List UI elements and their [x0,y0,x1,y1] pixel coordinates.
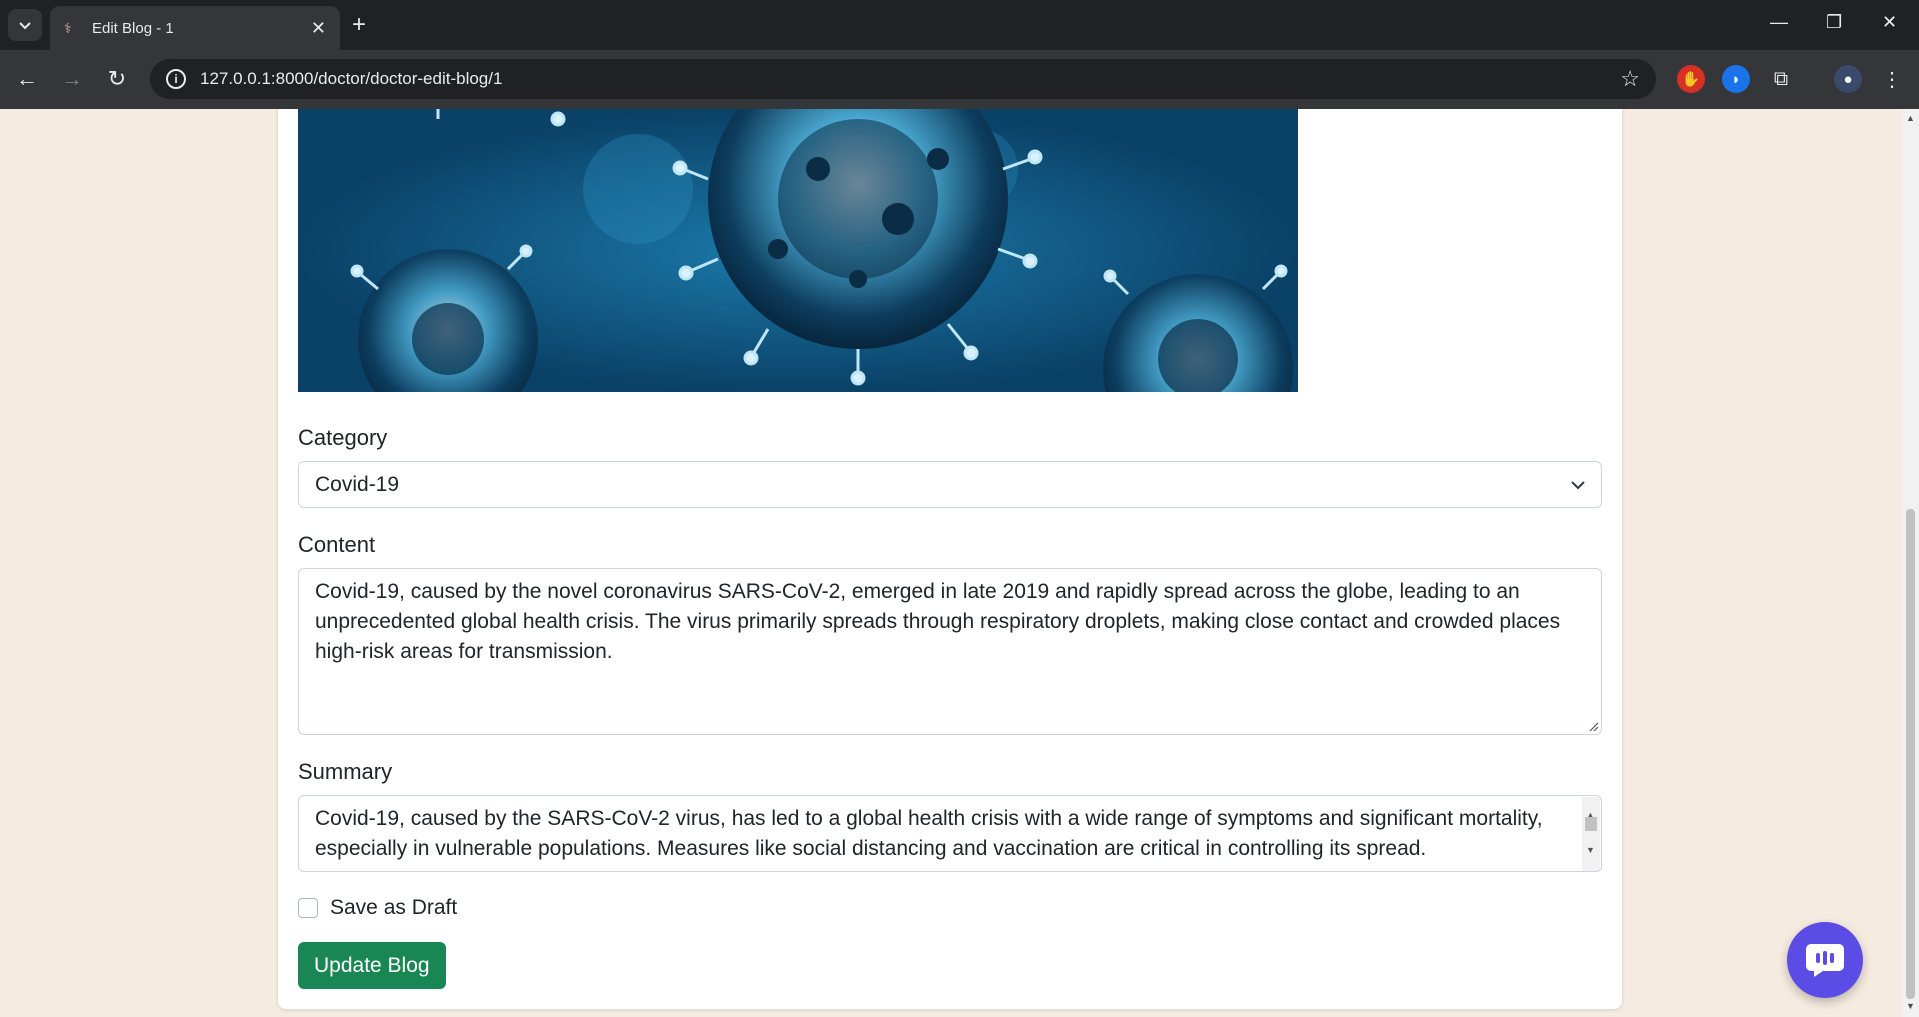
page-scrollbar[interactable]: ▲ ▼ [1902,109,1919,1017]
restore-icon[interactable]: ❐ [1826,12,1842,33]
browser-toolbar: ← → ↻ i 127.0.0.1:8000/doctor/doctor-edi… [0,50,1919,109]
save-as-draft-row: Save as Draft [298,896,457,920]
scroll-down-arrow-icon[interactable]: ▼ [1906,1001,1915,1011]
save-as-draft-label[interactable]: Save as Draft [330,896,457,920]
stop-hand-extension-icon[interactable]: ✋ [1677,65,1705,93]
window-close-icon[interactable]: ✕ [1882,12,1897,33]
address-bar[interactable]: i 127.0.0.1:8000/doctor/doctor-edit-blog… [150,59,1656,99]
content-text: Covid-19, caused by the novel coronaviru… [315,580,1561,663]
scrollbar-thumb[interactable] [1585,817,1597,831]
summary-label: Summary [298,759,393,784]
content-label: Content [298,532,376,557]
plus-icon[interactable]: + [352,12,366,38]
reload-icon[interactable]: ↻ [102,64,132,94]
save-as-draft-checkbox[interactable] [298,898,318,918]
chat-bubble-icon [1806,944,1844,977]
star-icon[interactable]: ☆ [1620,66,1640,92]
category-selected-value: Covid-19 [315,472,400,496]
page-scrollbar-thumb[interactable] [1906,509,1915,999]
caduceus-icon: ⚕ [64,20,72,36]
chevron-down-icon [19,22,31,30]
update-blog-button[interactable]: Update Blog [298,942,446,989]
scroll-up-arrow-icon[interactable]: ▲ [1906,113,1915,123]
category-label: Category [298,425,388,450]
chevron-down-icon [1571,480,1585,489]
category-select[interactable]: Covid-19 [298,461,1602,508]
close-icon[interactable]: ✕ [311,18,326,39]
summary-scrollbar[interactable]: ▲ ▼ [1582,797,1600,871]
kebab-menu-icon[interactable]: ⋮ [1878,65,1906,93]
page-viewport[interactable]: Category Covid-19 Content Covid-19, caus… [0,109,1902,1017]
tab-search-button[interactable] [8,9,42,41]
summary-text: Covid-19, caused by the SARS-CoV-2 virus… [315,807,1543,860]
url-text: 127.0.0.1:8000/doctor/doctor-edit-blog/1 [200,69,503,88]
edit-blog-card: Category Covid-19 Content Covid-19, caus… [278,109,1622,1009]
summary-textarea[interactable]: Covid-19, caused by the SARS-CoV-2 virus… [298,795,1602,872]
content-textarea[interactable]: Covid-19, caused by the novel coronaviru… [298,568,1602,735]
tab-title: Edit Blog - 1 [92,19,174,37]
blog-cover-image [298,109,1298,392]
info-icon[interactable]: i [166,69,186,89]
browser-tab[interactable]: ⚕ Edit Blog - 1 ✕ [50,6,340,50]
virus-illustration [298,109,1298,392]
arrow-left-icon[interactable]: ← [12,64,42,94]
avatar[interactable]: ● [1834,65,1862,93]
minimize-icon[interactable]: — [1770,12,1788,33]
scroll-down-arrow-icon[interactable]: ▼ [1586,835,1595,865]
browser-tab-strip: ⚕ Edit Blog - 1 ✕ + — ❐ ✕ [0,0,1919,50]
chat-button[interactable] [1787,922,1863,998]
resize-handle-icon[interactable] [1587,720,1599,732]
arrow-right-icon[interactable]: → [57,64,87,94]
puzzle-icon[interactable]: ⧉ [1767,65,1795,93]
shield-extension-icon[interactable]: ◗ [1722,65,1750,93]
